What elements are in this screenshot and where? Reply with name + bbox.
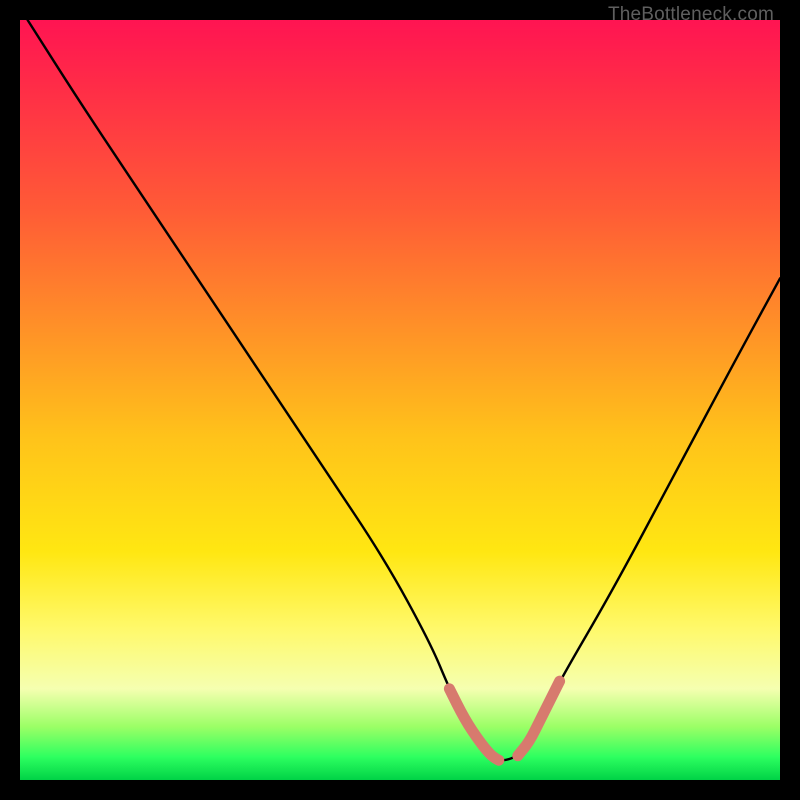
bottom-marker-right-path xyxy=(518,681,560,756)
chart-svg xyxy=(20,20,780,780)
bottom-marker-left-path xyxy=(449,689,498,760)
bottleneck-curve-path xyxy=(28,20,780,760)
plot-area xyxy=(20,20,780,780)
chart-frame: TheBottleneck.com xyxy=(0,0,800,800)
